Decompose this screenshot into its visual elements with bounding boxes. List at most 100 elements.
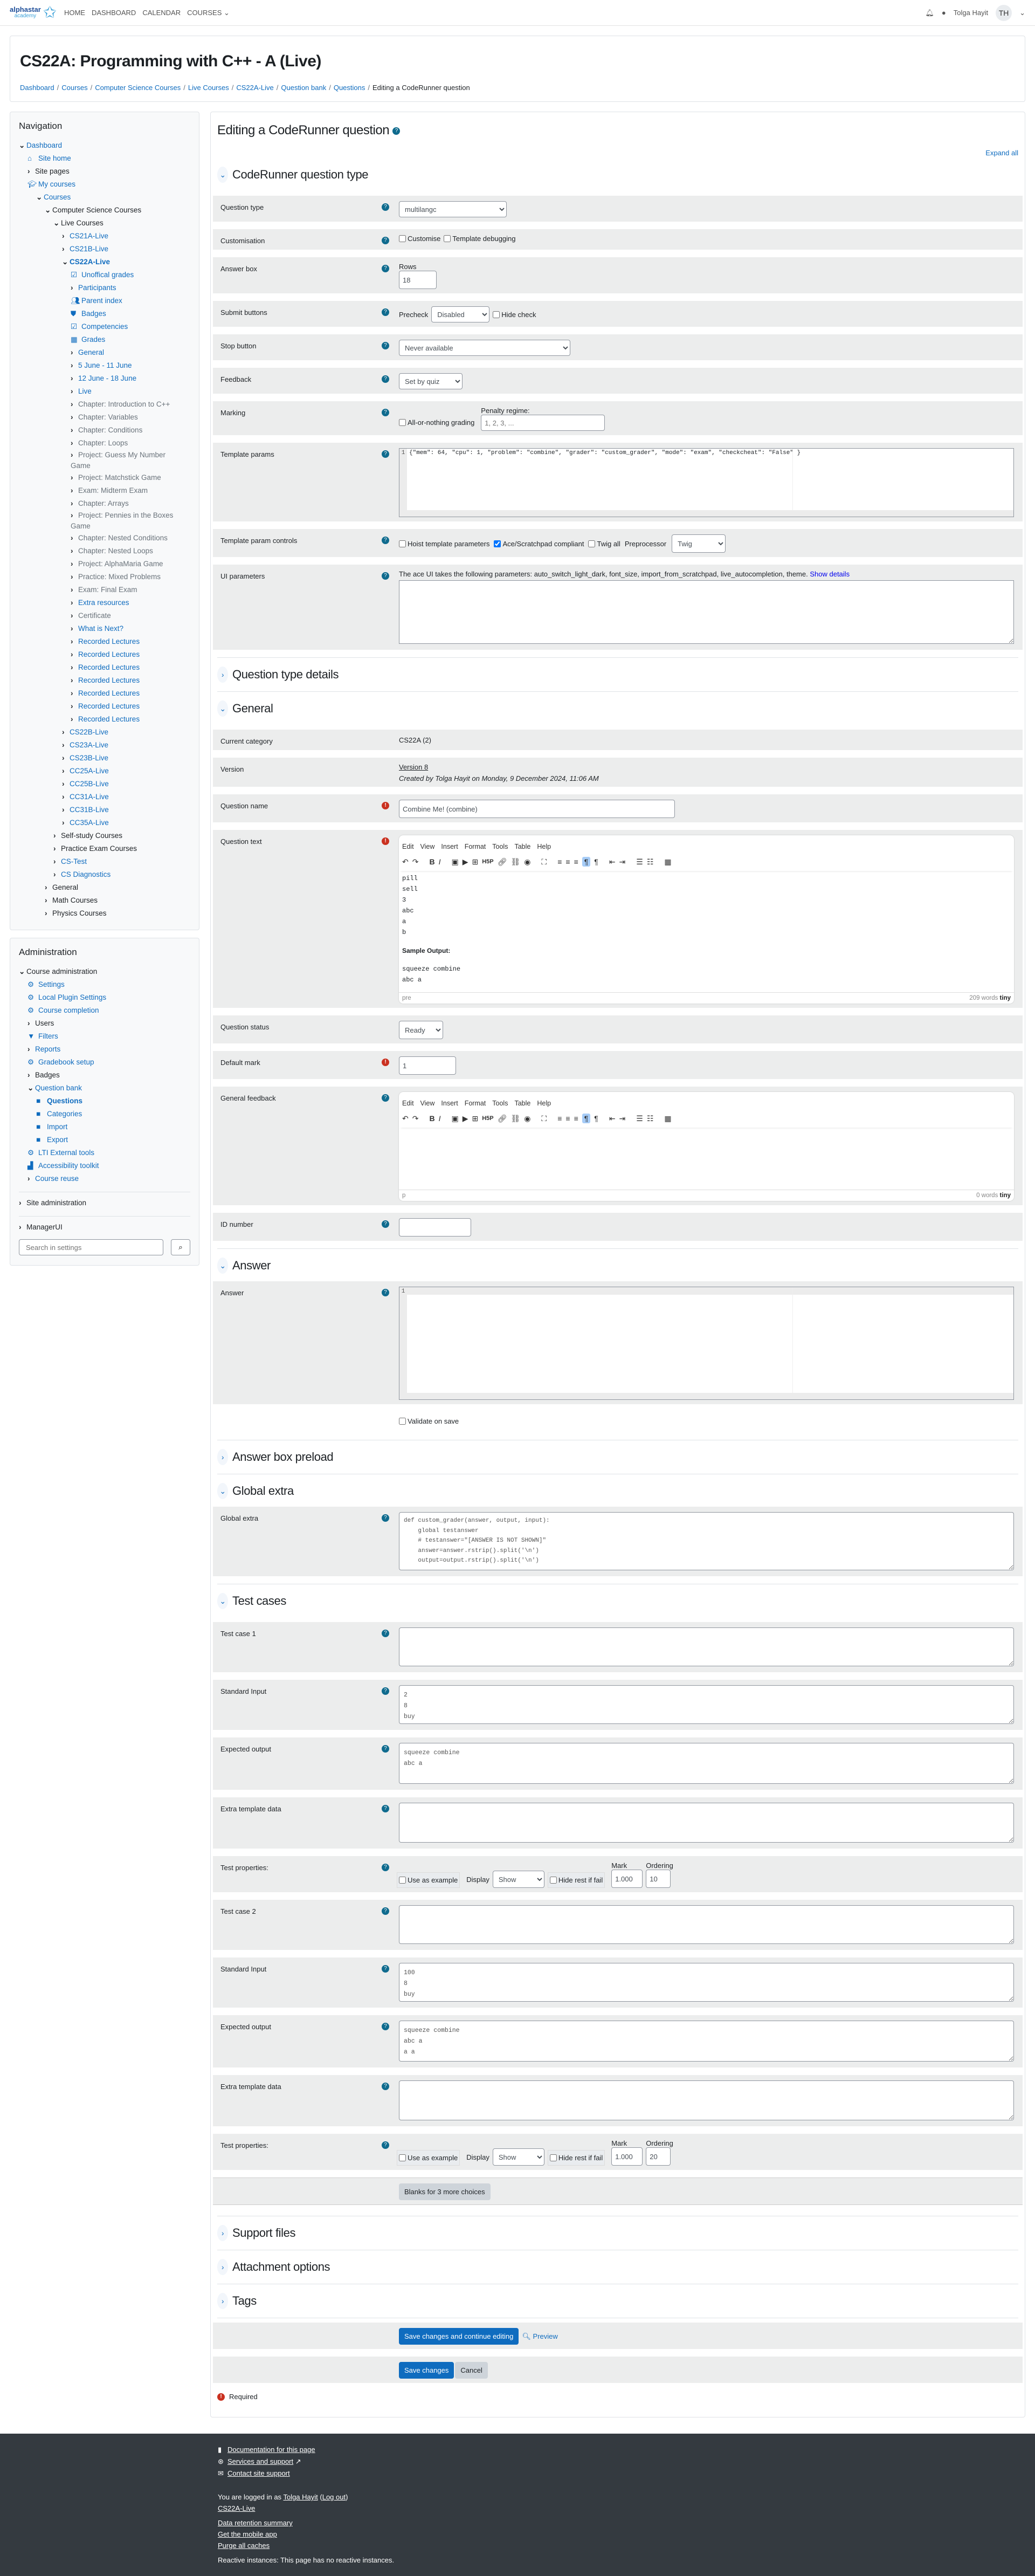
- navigation-items-item[interactable]: › Certificate: [19, 609, 190, 622]
- editor-menu-edit[interactable]: Edit: [402, 1100, 414, 1107]
- bullet-list-icon[interactable]: ☰: [636, 1114, 643, 1123]
- editor-menu-format[interactable]: Format: [465, 843, 486, 850]
- navigation-items-item[interactable]: 👥︎ Parent index: [19, 294, 190, 307]
- administration-items-item[interactable]: › Course reuse: [19, 1172, 190, 1185]
- template-params-editor[interactable]: 1 {"mem": 64, "cpu": 1, "problem": "combi…: [399, 448, 1014, 517]
- section-attachment-options-toggle[interactable]: › Attachment options: [217, 2254, 1018, 2280]
- question-status-select[interactable]: Ready: [399, 1021, 443, 1039]
- test-case-code-textarea[interactable]: [399, 1627, 1014, 1666]
- navigation-items-item[interactable]: ☑ Unoffical grades: [19, 269, 190, 281]
- navigation-items-item[interactable]: › Math Courses: [19, 894, 190, 907]
- expand-all-link[interactable]: Expand all: [985, 149, 1018, 157]
- editor-menu-view[interactable]: View: [420, 843, 435, 850]
- navigation-items-item[interactable]: › CS Diagnostics: [19, 868, 190, 881]
- global-extra-textarea[interactable]: def custom_grader(answer, output, input)…: [399, 1512, 1014, 1570]
- expected-output-textarea[interactable]: squeeze combine abc a a a .: [399, 2021, 1014, 2062]
- hoist-checkbox[interactable]: Hoist template parameters: [399, 540, 489, 548]
- contact-support-link[interactable]: Contact site support: [227, 2469, 290, 2477]
- navigation-items-item[interactable]: › Participants: [19, 281, 190, 294]
- help-icon[interactable]: ?: [382, 1965, 389, 1973]
- navigation-items-item[interactable]: › Chapter: Variables: [19, 411, 190, 424]
- section-support-files-toggle[interactable]: › Support files: [217, 2220, 1018, 2247]
- redo-icon[interactable]: ↷: [412, 1114, 419, 1123]
- ordering-input[interactable]: [646, 1870, 671, 1888]
- administration-items-item[interactable]: › Users: [19, 1017, 190, 1030]
- unlink-icon[interactable]: ⛓: [510, 857, 520, 867]
- purge-caches-link[interactable]: Purge all caches: [218, 2541, 270, 2550]
- answer-code-editor[interactable]: 1: [399, 1287, 1014, 1400]
- navigation-items-item[interactable]: ⌄ CS22A-Live: [19, 256, 190, 269]
- nav-home[interactable]: HOME: [64, 9, 85, 17]
- navigation-items-item[interactable]: ⌂ Site home: [19, 152, 190, 165]
- breadcrumb-link[interactable]: Question bank: [281, 84, 326, 92]
- help-icon[interactable]: ?: [382, 342, 389, 349]
- preview-eye-icon[interactable]: ◉: [524, 857, 530, 867]
- display-select[interactable]: Show: [492, 1871, 544, 1888]
- mark-input[interactable]: [611, 2147, 643, 2166]
- navigation-items-item[interactable]: › Chapter: Introduction to C++: [19, 398, 190, 411]
- administration-items-item[interactable]: ■ Categories: [19, 1108, 190, 1121]
- outdent-icon[interactable]: ⇤: [609, 1114, 616, 1123]
- settings-search-input[interactable]: [19, 1239, 163, 1255]
- navigation-items-item[interactable]: › Project: AlphaMaria Game: [19, 558, 190, 571]
- help-icon[interactable]: ?: [382, 2083, 389, 2090]
- breadcrumb-link[interactable]: CS22A-Live: [236, 84, 273, 92]
- navigation-items-item[interactable]: › CC31A-Live: [19, 791, 190, 803]
- preview-link[interactable]: 🔍︎ Preview: [522, 2332, 557, 2341]
- calculator-icon[interactable]: ▦: [664, 857, 671, 867]
- show-details-link[interactable]: Show details: [810, 570, 850, 578]
- bold-icon[interactable]: B: [429, 1114, 434, 1123]
- id-number-input[interactable]: [399, 1218, 471, 1237]
- administration-items-item[interactable]: ⚙ LTI External tools: [19, 1146, 190, 1159]
- link-icon[interactable]: 🔗︎: [498, 857, 507, 867]
- breadcrumb-link[interactable]: Live Courses: [188, 84, 229, 92]
- use-as-example-checkbox[interactable]: Use as example: [397, 2150, 460, 2166]
- user-menu-chevron-icon[interactable]: ⌄: [1019, 9, 1025, 17]
- editor-menu-tools[interactable]: Tools: [492, 1100, 508, 1107]
- undo-icon[interactable]: ↶: [402, 857, 409, 867]
- navigation-items-item[interactable]: ⌄ Computer Science Courses: [19, 204, 190, 217]
- align-center-icon[interactable]: ≡: [565, 857, 570, 866]
- help-icon[interactable]: ?: [382, 1220, 389, 1228]
- help-icon[interactable]: ?: [382, 1864, 389, 1871]
- mark-input[interactable]: [611, 1870, 643, 1888]
- breadcrumb-link[interactable]: Courses: [61, 84, 87, 92]
- ui-parameters-textarea[interactable]: [399, 580, 1014, 644]
- data-retention-link[interactable]: Data retention summary: [218, 2519, 293, 2527]
- logged-in-user-link[interactable]: Tolga Hayit: [283, 2493, 318, 2501]
- navigation-items-item[interactable]: › Practice Exam Courses: [19, 842, 190, 855]
- navigation-items-item[interactable]: › Recorded Lectures: [19, 648, 190, 661]
- extra-template-data-textarea[interactable]: [399, 1803, 1014, 1843]
- navigation-items-item[interactable]: ☑ Competencies: [19, 320, 190, 333]
- navigation-items-item[interactable]: › CC25B-Live: [19, 778, 190, 791]
- tiny-logo[interactable]: tiny: [1000, 1192, 1011, 1199]
- breadcrumb-link[interactable]: Computer Science Courses: [95, 84, 181, 92]
- hide-rest-if-fail-checkbox[interactable]: Hide rest if fail: [547, 2150, 605, 2166]
- editor-menu-insert[interactable]: Insert: [441, 843, 458, 850]
- section-answer-toggle[interactable]: ⌄ Answer: [217, 1252, 1018, 1279]
- help-icon[interactable]: ?: [382, 1289, 389, 1296]
- site-logo[interactable]: alphastar academy ✩: [10, 4, 57, 21]
- help-icon[interactable]: ?: [382, 265, 389, 272]
- navigation-items-item[interactable]: › Chapter: Nested Loops: [19, 545, 190, 558]
- navigation-items-item[interactable]: › CS23A-Live: [19, 739, 190, 752]
- widgets-icon[interactable]: ⊞: [472, 1114, 479, 1123]
- ace-compliant-checkbox[interactable]: Ace/Scratchpad compliant: [494, 540, 584, 548]
- navigation-items-item[interactable]: › Self-study Courses: [19, 829, 190, 842]
- display-select[interactable]: Show: [492, 2148, 544, 2166]
- administration-items-item[interactable]: ▼ Filters: [19, 1030, 190, 1043]
- navigation-items-item[interactable]: ⛊ Badges: [19, 307, 190, 320]
- help-icon[interactable]: ?: [382, 1745, 389, 1753]
- media-icon[interactable]: ▶: [463, 857, 468, 867]
- precheck-select[interactable]: Disabled: [431, 306, 490, 322]
- help-icon[interactable]: ?: [382, 450, 389, 458]
- navigation-items-item[interactable]: › CS-Test: [19, 855, 190, 868]
- template-debugging-checkbox[interactable]: Template debugging: [444, 235, 516, 243]
- feedback-select[interactable]: Set by quiz: [399, 373, 463, 389]
- navigation-items-item[interactable]: › Chapter: Conditions: [19, 424, 190, 437]
- customise-checkbox[interactable]: Customise: [399, 235, 440, 243]
- section-general-toggle[interactable]: ⌄ General: [217, 695, 1018, 722]
- navigation-items-item[interactable]: › Recorded Lectures: [19, 687, 190, 700]
- rows-input[interactable]: [399, 271, 437, 289]
- administration-items-item[interactable]: › Reports: [19, 1043, 190, 1056]
